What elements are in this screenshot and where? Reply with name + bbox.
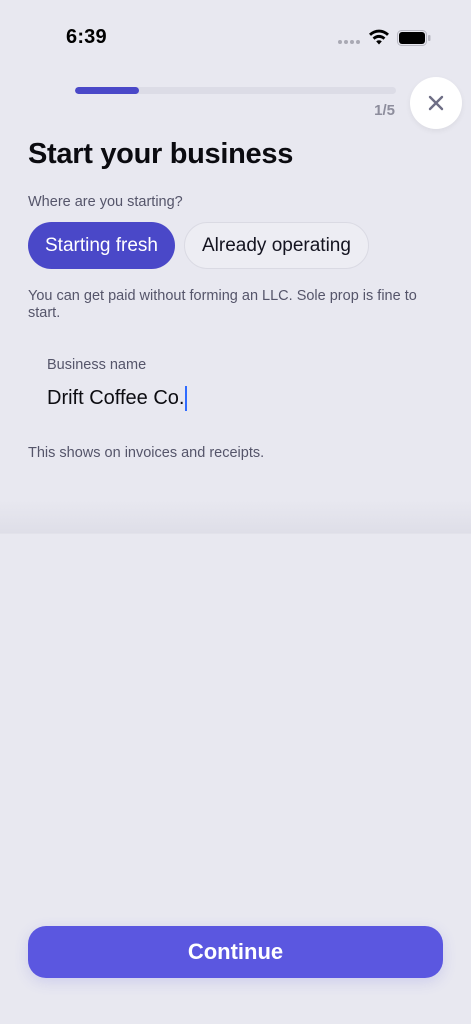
progress-bar xyxy=(75,87,396,94)
progress-fill xyxy=(75,87,140,94)
status-time: 6:39 xyxy=(66,26,107,48)
option-already-operating[interactable]: Already operating xyxy=(184,222,369,269)
business-name-label: Business name xyxy=(47,357,147,373)
business-name-input[interactable]: Drift Coffee Co. xyxy=(47,382,407,414)
business-name-hint: This shows on invoices and receipts. xyxy=(28,445,265,461)
business-name-value: Drift Coffee Co. xyxy=(47,386,185,409)
cellular-signal-icon xyxy=(338,40,360,44)
section-shadow xyxy=(0,500,471,534)
helper-text: You can get paid without forming an LLC.… xyxy=(28,288,417,321)
close-icon xyxy=(428,95,444,111)
continue-button[interactable]: Continue xyxy=(28,926,443,978)
page-title: Start your business xyxy=(28,138,294,170)
starting-options: Starting fresh Already operating xyxy=(28,222,369,269)
status-bar: 6:39 xyxy=(0,0,471,76)
close-button[interactable] xyxy=(410,77,462,129)
question-label: Where are you starting? xyxy=(28,194,183,210)
text-caret xyxy=(185,385,188,411)
section-divider xyxy=(0,533,471,534)
option-starting-fresh[interactable]: Starting fresh xyxy=(28,222,175,269)
wifi-icon xyxy=(369,29,389,45)
battery-icon xyxy=(397,30,431,46)
step-counter: 1/5 xyxy=(374,102,395,119)
